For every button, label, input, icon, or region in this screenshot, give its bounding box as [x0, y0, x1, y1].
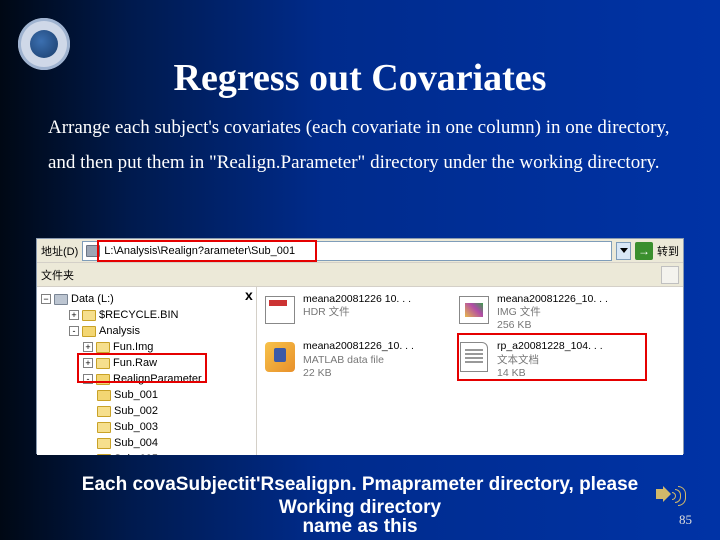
folder-icon [97, 454, 111, 456]
expand-button[interactable]: − [41, 294, 51, 304]
address-path-text: L:\Analysis\Realign?arameter\Sub_001 [104, 245, 295, 257]
chevron-down-icon [620, 248, 628, 253]
tree-label: Data (L:) [71, 293, 114, 305]
tree-label: Fun.Img [113, 341, 153, 353]
slide-body-text: Arrange each subject's covariates (each … [48, 110, 672, 180]
tree-item-sub[interactable]: Sub_003 [39, 419, 254, 435]
speaker-icon[interactable] [656, 484, 684, 508]
folder-icon [97, 406, 111, 417]
expand-button[interactable]: + [69, 310, 79, 320]
file-tile-hdr[interactable]: meana20081226 10. . . HDR 文件 [263, 293, 443, 332]
page-number: 85 [679, 512, 692, 528]
folder-icon [96, 374, 110, 385]
address-bar-row: 地址(D) L:\Analysis\Realign?arameter\Sub_0… [37, 239, 683, 263]
file-size: 22 KB [303, 367, 414, 380]
drive-icon [86, 245, 100, 257]
tree-label: RealignParameter [113, 373, 202, 385]
tree-label: Sub_001 [114, 389, 158, 401]
x-annotation: x [245, 287, 253, 303]
folder-tree[interactable]: − Data (L:) + $RECYCLE.BIN - Analysis + [37, 287, 257, 455]
expand-button[interactable]: + [83, 342, 93, 352]
file-name: meana20081226 10. . . [303, 293, 411, 306]
collapse-button[interactable]: - [69, 326, 79, 336]
file-name: meana20081226_10. . . [303, 340, 414, 353]
folder-icon [96, 358, 110, 369]
address-dropdown-button[interactable] [616, 242, 631, 260]
bottom-line-1: Each covaSubjectit'Rsealigpn. Pmapramete… [0, 474, 720, 497]
explorer-content: − Data (L:) + $RECYCLE.BIN - Analysis + [37, 287, 683, 455]
file-pane[interactable]: meana20081226 10. . . HDR 文件 meana200812… [257, 287, 683, 455]
file-name: meana20081226_10. . . [497, 293, 608, 306]
tree-label: Sub_005 [114, 453, 158, 455]
file-type: HDR 文件 [303, 306, 411, 319]
expand-button[interactable]: + [83, 358, 93, 368]
file-size: 14 KB [497, 367, 603, 380]
file-type: IMG 文件 [497, 306, 608, 319]
sidebar-toggle-label: 文件夹 [41, 267, 74, 283]
file-tile-txt[interactable]: rp_a20081228_104. . . 文本文档 14 KB [457, 340, 637, 379]
tree-item-sub[interactable]: Sub_005 [39, 451, 254, 455]
tree-item[interactable]: + $RECYCLE.BIN [39, 307, 254, 323]
tree-label: Sub_002 [114, 405, 158, 417]
drive-icon [54, 294, 68, 305]
tree-item-sub[interactable]: Sub_004 [39, 435, 254, 451]
go-button-label: 转到 [657, 243, 679, 259]
file-size: 256 KB [497, 319, 608, 332]
tree-item[interactable]: - Analysis [39, 323, 254, 339]
tree-label: Analysis [99, 325, 140, 337]
address-label: 地址(D) [41, 243, 78, 259]
tree-label: Fun.Raw [113, 357, 157, 369]
tree-label: $RECYCLE.BIN [99, 309, 178, 321]
toolbar-row: 文件夹 [37, 263, 683, 287]
logo-inner [30, 30, 58, 58]
hdr-file-icon [263, 293, 297, 327]
file-type: 文本文档 [497, 354, 603, 367]
text-file-icon [457, 340, 491, 374]
file-type: MATLAB data file [303, 354, 414, 367]
slide-title: Regress out Covariates [0, 56, 720, 100]
tree-label: Sub_004 [114, 437, 158, 449]
tree-item-sub[interactable]: Sub_002 [39, 403, 254, 419]
file-tile-mat[interactable]: meana20081226_10. . . MATLAB data file 2… [263, 340, 443, 379]
img-file-icon [457, 293, 491, 327]
explorer-screenshot: 地址(D) L:\Analysis\Realign?arameter\Sub_0… [36, 238, 684, 454]
bottom-line-3: name as this [0, 516, 720, 539]
tree-label: Sub_003 [114, 421, 158, 433]
tree-item-realign[interactable]: - RealignParameter [39, 371, 254, 387]
go-button-icon[interactable]: → [635, 242, 653, 260]
bottom-overlapped-text: Each covaSubjectit'Rsealigpn. Pmapramete… [0, 474, 720, 538]
address-box[interactable]: L:\Analysis\Realign?arameter\Sub_001 [82, 241, 612, 261]
folder-icon [97, 438, 111, 449]
toolbar-button[interactable] [661, 266, 679, 284]
tree-item[interactable]: + Fun.Raw [39, 355, 254, 371]
matlab-file-icon [263, 340, 297, 374]
folder-icon [96, 342, 110, 353]
folder-icon [82, 310, 96, 321]
folder-icon [97, 390, 111, 401]
collapse-button[interactable]: - [83, 374, 93, 384]
folder-icon [97, 422, 111, 433]
tree-item[interactable]: + Fun.Img [39, 339, 254, 355]
file-name: rp_a20081228_104. . . [497, 340, 603, 353]
tree-item-sub[interactable]: Sub_001 [39, 387, 254, 403]
tree-root[interactable]: − Data (L:) [39, 291, 254, 307]
bottom-line-2: Working directory [279, 497, 441, 518]
file-tile-img[interactable]: meana20081226_10. . . IMG 文件 256 KB [457, 293, 637, 332]
folder-icon [82, 326, 96, 337]
